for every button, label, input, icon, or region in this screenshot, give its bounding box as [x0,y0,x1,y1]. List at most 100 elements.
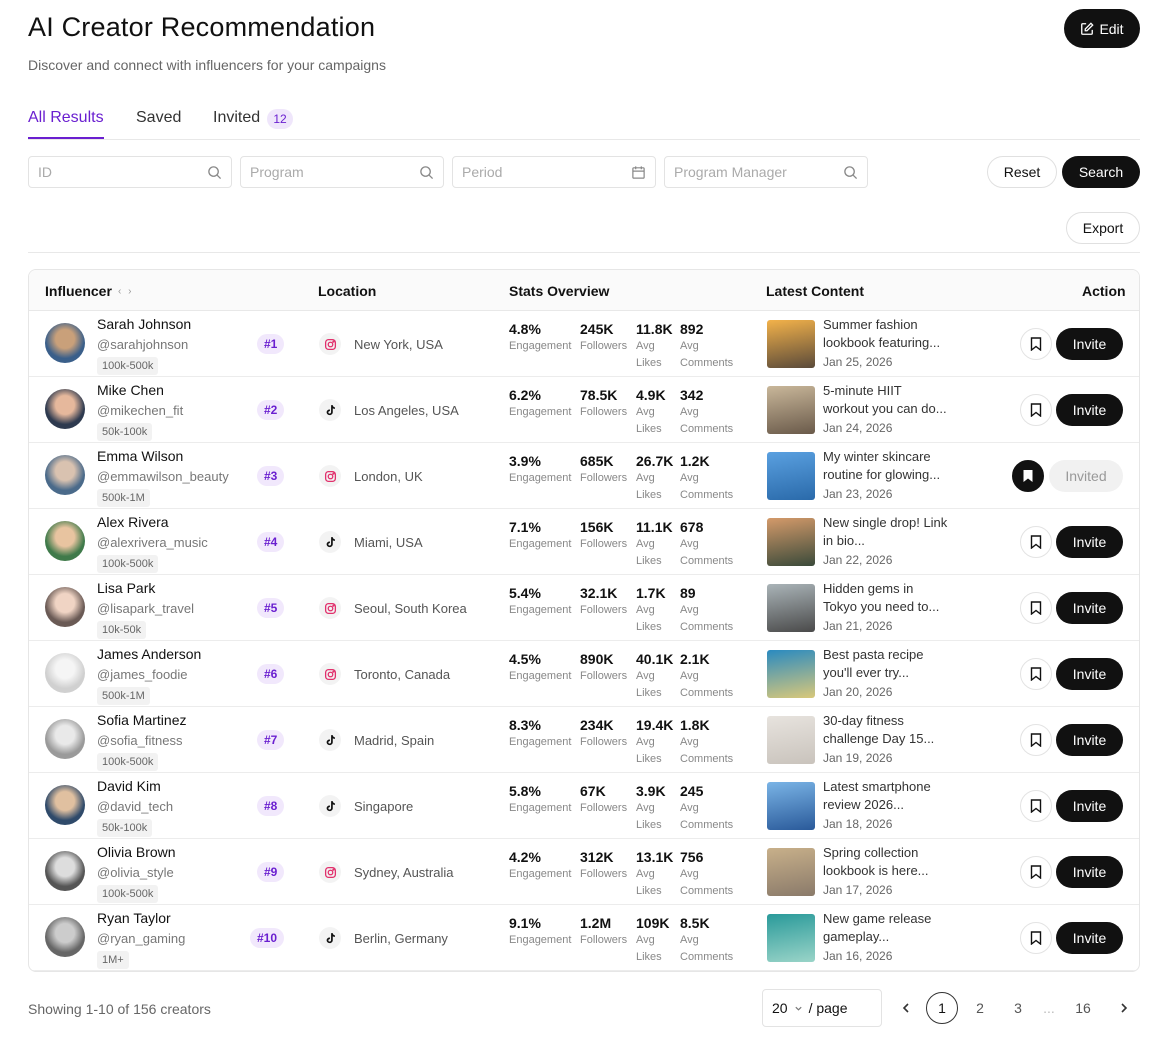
page-16-button[interactable]: 16 [1067,992,1099,1024]
invite-button[interactable]: Invite [1056,592,1123,624]
chevron-down-icon [794,1006,802,1011]
stat-value: 3.9% [509,453,541,469]
rank-badge: #3 [257,466,285,486]
stat-engagement: 4.5% Engagement [509,651,577,685]
invite-button[interactable]: Invite [1056,394,1123,426]
bookmark-button[interactable] [1020,724,1052,756]
influencer-name[interactable]: Ryan Taylor [97,910,171,926]
export-button[interactable]: Export [1066,212,1140,244]
sort-icon[interactable]: ‹ › [118,286,133,297]
influencer-name[interactable]: Alex Rivera [97,514,169,530]
follower-tier-tag: 1M+ [97,951,129,969]
period-input[interactable] [462,157,622,187]
bookmark-button[interactable] [1020,658,1052,690]
bookmark-button[interactable] [1020,328,1052,360]
id-input[interactable] [38,157,198,187]
content-caption[interactable]: New game release gameplay... [823,910,948,946]
stat-value: 685K [580,453,614,469]
influencer-handle: @lisapark_travel [97,601,195,616]
content-thumbnail[interactable] [767,650,815,698]
invite-button[interactable]: Invite [1056,526,1123,558]
content-caption[interactable]: Best pasta recipe you'll ever try... [823,646,948,682]
tab-all-results[interactable]: All Results [28,109,104,127]
bookmark-icon [1030,601,1042,615]
stat-engagement: 4.8% Engagement [509,321,577,355]
stat-avg-comments: 8.5K Avg Comments [680,915,746,966]
invite-button[interactable]: Invite [1056,856,1123,888]
avatar[interactable] [45,323,85,363]
content-caption[interactable]: 5-minute HIIT workout you can do... [823,382,948,418]
program-input[interactable] [250,157,410,187]
search-button[interactable]: Search [1062,156,1140,188]
reset-button[interactable]: Reset [987,156,1057,188]
invite-button[interactable]: Invite [1056,724,1123,756]
column-influencer[interactable]: Influencer [45,283,112,299]
avatar[interactable] [45,851,85,891]
tab-saved[interactable]: Saved [136,109,181,127]
avatar[interactable] [45,389,85,429]
prev-page-button[interactable] [890,992,922,1024]
content-thumbnail[interactable] [767,914,815,962]
content-caption[interactable]: New single drop! Link in bio... [823,514,948,550]
bookmark-button[interactable] [1020,922,1052,954]
stat-value: 8.5K [680,915,710,931]
page-1-button[interactable]: 1 [926,992,958,1024]
influencer-name[interactable]: Olivia Brown [97,844,176,860]
bookmark-icon [1030,403,1042,417]
content-thumbnail[interactable] [767,518,815,566]
edit-button-label: Edit [1099,20,1124,37]
influencer-name[interactable]: Sarah Johnson [97,316,191,332]
avatar[interactable] [45,587,85,627]
avatar[interactable] [45,785,85,825]
content-caption[interactable]: My winter skincare routine for glowing..… [823,448,948,484]
bookmark-button[interactable] [1020,856,1052,888]
invited-status-button[interactable]: Invited [1049,460,1123,492]
content-caption[interactable]: Latest smartphone review 2026... [823,778,948,814]
stat-label: Avg Comments [680,802,734,831]
program-manager-input[interactable] [674,157,834,187]
stat-value: 7.1% [509,519,541,535]
influencer-name[interactable]: Lisa Park [97,580,155,596]
page-2-button[interactable]: 2 [964,992,996,1024]
bookmark-button[interactable] [1012,460,1044,492]
invite-button[interactable]: Invite [1056,328,1123,360]
avatar[interactable] [45,719,85,759]
avatar[interactable] [45,455,85,495]
next-page-button[interactable] [1108,992,1140,1024]
content-thumbnail[interactable] [767,320,815,368]
content-caption[interactable]: 30-day fitness challenge Day 15... [823,712,948,748]
page-size-select[interactable]: 20 / page [762,989,882,1027]
content-thumbnail[interactable] [767,716,815,764]
bookmark-button[interactable] [1020,592,1052,624]
influencer-name[interactable]: Emma Wilson [97,448,183,464]
content-thumbnail[interactable] [767,848,815,896]
invite-button[interactable]: Invite [1056,658,1123,690]
bookmark-button[interactable] [1020,526,1052,558]
edit-button[interactable]: Edit [1064,9,1140,48]
avatar[interactable] [45,917,85,957]
bookmark-icon [1030,733,1042,747]
stat-avg-likes: 4.9K Avg Likes [636,387,676,438]
bookmark-button[interactable] [1020,790,1052,822]
invite-button[interactable]: Invite [1056,922,1123,954]
content-thumbnail[interactable] [767,584,815,632]
influencer-name[interactable]: James Anderson [97,646,201,662]
content-thumbnail[interactable] [767,386,815,434]
content-thumbnail[interactable] [767,452,815,500]
content-caption[interactable]: Summer fashion lookbook featuring... [823,316,948,352]
tab-invited[interactable]: Invited [213,109,260,127]
influencer-name[interactable]: David Kim [97,778,161,794]
avatar[interactable] [45,653,85,693]
avatar[interactable] [45,521,85,561]
content-caption[interactable]: Hidden gems in Tokyo you need to... [823,580,948,616]
stat-followers: 78.5K Followers [580,387,634,421]
rank-badge: #5 [257,598,285,618]
bookmark-button[interactable] [1020,394,1052,426]
influencer-name[interactable]: Mike Chen [97,382,164,398]
influencer-name[interactable]: Sofia Martinez [97,712,186,728]
creator-table: Influencer ‹ › Location Stats Overview L… [28,269,1140,972]
page-3-button[interactable]: 3 [1002,992,1034,1024]
invite-button[interactable]: Invite [1056,790,1123,822]
content-thumbnail[interactable] [767,782,815,830]
content-caption[interactable]: Spring collection lookbook is here... [823,844,948,880]
